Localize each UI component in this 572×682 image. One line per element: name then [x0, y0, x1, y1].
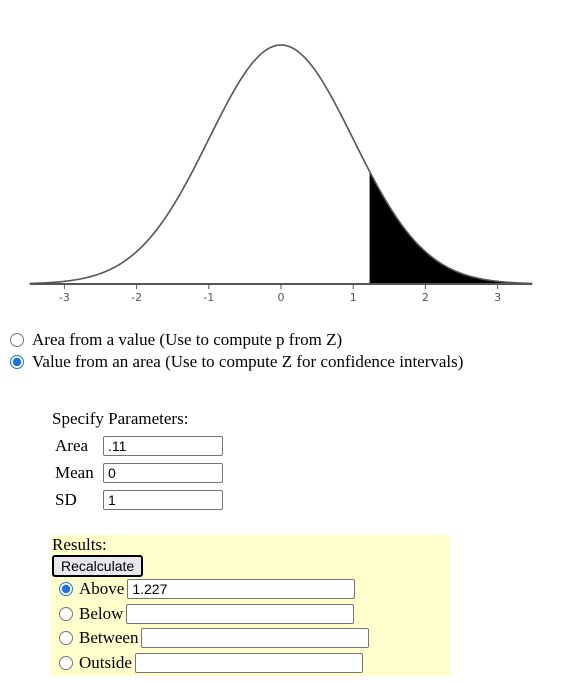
area-label: Area: [55, 435, 89, 455]
sd-row: SD: [52, 486, 223, 513]
above-label: Above: [79, 579, 125, 599]
below-input[interactable]: [126, 603, 355, 624]
result-outside-row: Outside: [51, 651, 450, 676]
x-tick-label: 2: [422, 291, 429, 304]
result-below-row: Below: [51, 602, 450, 627]
outside-radio[interactable]: [59, 655, 73, 670]
result-above-row: Above: [51, 577, 450, 602]
results-panel: Results: Recalculate Above Below Between…: [51, 535, 450, 676]
mode-value-from-area-label: Value from an area (Use to compute Z for…: [32, 352, 464, 371]
area-input[interactable]: [103, 435, 223, 456]
x-tick-label: -2: [131, 291, 142, 304]
x-tick-label: -3: [59, 291, 70, 304]
sd-input[interactable]: [103, 489, 223, 510]
x-tick-label: -1: [203, 291, 214, 304]
between-input[interactable]: [141, 628, 370, 649]
between-radio[interactable]: [59, 631, 73, 646]
mode-value-from-area-radio[interactable]: [10, 355, 24, 369]
mean-row: Mean: [52, 459, 223, 486]
normal-distribution-chart: -3 -2 -1 0 1 2 3: [29, 44, 533, 304]
between-label: Between: [79, 628, 139, 648]
mode-value-from-area[interactable]: Value from an area (Use to compute Z for…: [8, 352, 463, 372]
x-tick-label: 1: [350, 291, 357, 304]
recalculate-button[interactable]: Recalculate: [52, 555, 144, 577]
mode-area-from-value-radio[interactable]: [10, 333, 24, 347]
density-curve: [29, 44, 533, 285]
x-tick-label: 3: [494, 291, 501, 304]
mean-label: Mean: [55, 462, 94, 482]
sd-label: SD: [55, 489, 77, 509]
outside-label: Outside: [79, 652, 132, 672]
shaded-area-above: [369, 171, 533, 284]
parameters-title: Specify Parameters:: [52, 409, 189, 428]
result-between-row: Between: [51, 626, 450, 651]
below-radio[interactable]: [59, 606, 73, 621]
above-radio[interactable]: [59, 582, 73, 597]
area-row: Area: [52, 432, 223, 459]
below-label: Below: [79, 603, 124, 623]
x-tick-label: 0: [278, 291, 285, 304]
results-title: Results:: [52, 535, 107, 554]
mean-input[interactable]: [103, 462, 223, 483]
parameters-panel: Specify Parameters: Area Mean SD: [52, 409, 223, 513]
mode-area-from-value-label: Area from a value (Use to compute p from…: [32, 330, 343, 349]
above-input[interactable]: [127, 579, 356, 600]
outside-input[interactable]: [134, 652, 363, 673]
mode-area-from-value[interactable]: Area from a value (Use to compute p from…: [8, 330, 342, 350]
